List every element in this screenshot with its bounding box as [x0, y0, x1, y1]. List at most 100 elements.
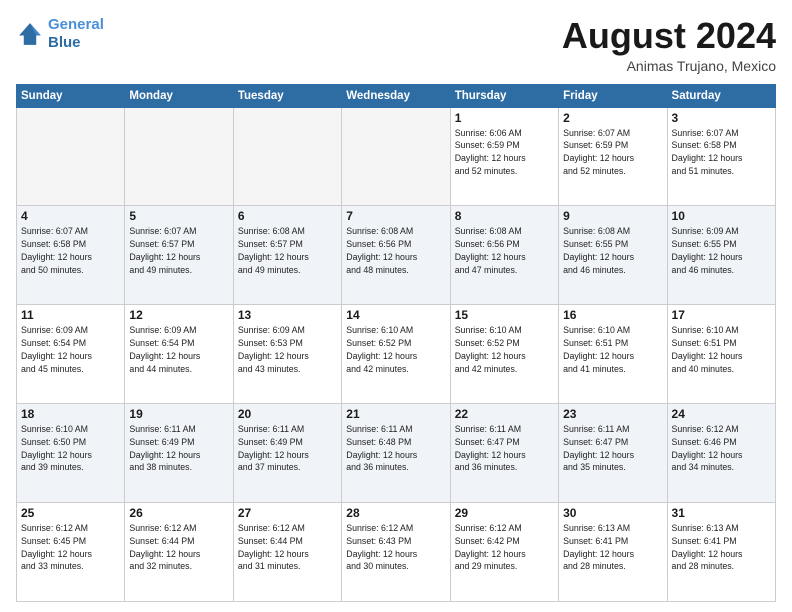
day-info: Sunrise: 6:07 AM Sunset: 6:58 PM Dayligh… [672, 127, 771, 178]
location: Animas Trujano, Mexico [562, 58, 776, 74]
calendar-week-row: 11 Sunrise: 6:09 AM Sunset: 6:54 PM Dayli… [17, 305, 776, 404]
day-number: 17 [672, 308, 771, 322]
day-info: Sunrise: 6:10 AM Sunset: 6:52 PM Dayligh… [346, 324, 445, 375]
day-info: Sunrise: 6:11 AM Sunset: 6:49 PM Dayligh… [238, 423, 337, 474]
day-number: 20 [238, 407, 337, 421]
title-block: August 2024 Animas Trujano, Mexico [562, 16, 776, 74]
calendar-cell: 9 Sunrise: 6:08 AM Sunset: 6:55 PM Daylig… [559, 206, 667, 305]
calendar-cell: 30Sunrise: 6:13 AM Sunset: 6:41 PM Dayli… [559, 503, 667, 602]
day-number: 22 [455, 407, 554, 421]
day-number: 23 [563, 407, 662, 421]
day-info: Sunrise: 6:11 AM Sunset: 6:48 PM Dayligh… [346, 423, 445, 474]
day-info: Sunrise: 6:12 AM Sunset: 6:46 PM Dayligh… [672, 423, 771, 474]
calendar-week-row: 18 Sunrise: 6:10 AM Sunset: 6:50 PM Dayli… [17, 404, 776, 503]
day-info: Sunrise: 6:10 AM Sunset: 6:51 PM Dayligh… [563, 324, 662, 375]
weekday-header-sunday: Sunday [17, 84, 125, 107]
day-number: 12 [129, 308, 228, 322]
calendar-cell: 16 Sunrise: 6:10 AM Sunset: 6:51 PM Dayli… [559, 305, 667, 404]
day-info: Sunrise: 6:07 AM Sunset: 6:58 PM Dayligh… [21, 225, 120, 276]
calendar-cell: 31 Sunrise: 6:13 AM Sunset: 6:41 PM Dayli… [667, 503, 775, 602]
day-info: Sunrise: 6:13 AM Sunset: 6:41 PM Dayligh… [563, 522, 662, 573]
day-info: Sunrise: 6:09 AM Sunset: 6:54 PM Dayligh… [129, 324, 228, 375]
calendar-cell: 20 Sunrise: 6:11 AM Sunset: 6:49 PM Dayli… [233, 404, 341, 503]
day-number: 16 [563, 308, 662, 322]
header: General Blue August 2024 Animas Trujano,… [16, 16, 776, 74]
day-number: 9 [563, 209, 662, 223]
day-number: 25 [21, 506, 120, 520]
day-info: Sunrise: 6:10 AM Sunset: 6:50 PM Dayligh… [21, 423, 120, 474]
weekday-header-friday: Friday [559, 84, 667, 107]
calendar-cell: 1 Sunrise: 6:06 AM Sunset: 6:59 PM Daylig… [450, 107, 558, 206]
day-info: Sunrise: 6:07 AM Sunset: 6:57 PM Dayligh… [129, 225, 228, 276]
calendar-cell: 5 Sunrise: 6:07 AM Sunset: 6:57 PM Daylig… [125, 206, 233, 305]
day-info: Sunrise: 6:08 AM Sunset: 6:57 PM Dayligh… [238, 225, 337, 276]
logo: General Blue [16, 16, 104, 52]
day-number: 21 [346, 407, 445, 421]
calendar-cell: 10Sunrise: 6:09 AM Sunset: 6:55 PM Dayli… [667, 206, 775, 305]
page: General Blue August 2024 Animas Trujano,… [0, 0, 792, 612]
calendar-cell [17, 107, 125, 206]
calendar-cell: 7Sunrise: 6:08 AM Sunset: 6:56 PM Daylig… [342, 206, 450, 305]
calendar-cell: 24Sunrise: 6:12 AM Sunset: 6:46 PM Dayli… [667, 404, 775, 503]
calendar-cell: 29 Sunrise: 6:12 AM Sunset: 6:42 PM Dayli… [450, 503, 558, 602]
calendar-cell: 21 Sunrise: 6:11 AM Sunset: 6:48 PM Dayli… [342, 404, 450, 503]
calendar-cell: 23Sunrise: 6:11 AM Sunset: 6:47 PM Dayli… [559, 404, 667, 503]
calendar-cell: 27 Sunrise: 6:12 AM Sunset: 6:44 PM Dayli… [233, 503, 341, 602]
calendar-cell: 14 Sunrise: 6:10 AM Sunset: 6:52 PM Dayli… [342, 305, 450, 404]
calendar-cell: 15Sunrise: 6:10 AM Sunset: 6:52 PM Dayli… [450, 305, 558, 404]
day-info: Sunrise: 6:12 AM Sunset: 6:45 PM Dayligh… [21, 522, 120, 573]
day-number: 11 [21, 308, 120, 322]
day-number: 3 [672, 111, 771, 125]
day-info: Sunrise: 6:11 AM Sunset: 6:47 PM Dayligh… [455, 423, 554, 474]
month-title: August 2024 [562, 16, 776, 56]
calendar-cell: 22 Sunrise: 6:11 AM Sunset: 6:47 PM Dayli… [450, 404, 558, 503]
calendar-cell [125, 107, 233, 206]
day-info: Sunrise: 6:13 AM Sunset: 6:41 PM Dayligh… [672, 522, 771, 573]
weekday-header-wednesday: Wednesday [342, 84, 450, 107]
calendar-cell: 13Sunrise: 6:09 AM Sunset: 6:53 PM Dayli… [233, 305, 341, 404]
calendar-cell: 4Sunrise: 6:07 AM Sunset: 6:58 PM Daylig… [17, 206, 125, 305]
weekday-header-thursday: Thursday [450, 84, 558, 107]
day-number: 5 [129, 209, 228, 223]
day-number: 14 [346, 308, 445, 322]
calendar-cell: 3 Sunrise: 6:07 AM Sunset: 6:58 PM Daylig… [667, 107, 775, 206]
day-number: 31 [672, 506, 771, 520]
day-number: 27 [238, 506, 337, 520]
day-info: Sunrise: 6:12 AM Sunset: 6:43 PM Dayligh… [346, 522, 445, 573]
day-number: 26 [129, 506, 228, 520]
day-info: Sunrise: 6:12 AM Sunset: 6:44 PM Dayligh… [129, 522, 228, 573]
day-number: 13 [238, 308, 337, 322]
day-info: Sunrise: 6:12 AM Sunset: 6:44 PM Dayligh… [238, 522, 337, 573]
day-number: 29 [455, 506, 554, 520]
day-number: 19 [129, 407, 228, 421]
day-info: Sunrise: 6:10 AM Sunset: 6:52 PM Dayligh… [455, 324, 554, 375]
calendar-cell: 26 Sunrise: 6:12 AM Sunset: 6:44 PM Dayli… [125, 503, 233, 602]
day-info: Sunrise: 6:06 AM Sunset: 6:59 PM Dayligh… [455, 127, 554, 178]
calendar-cell: 2 Sunrise: 6:07 AM Sunset: 6:59 PM Daylig… [559, 107, 667, 206]
calendar-cell: 6 Sunrise: 6:08 AM Sunset: 6:57 PM Daylig… [233, 206, 341, 305]
day-info: Sunrise: 6:11 AM Sunset: 6:49 PM Dayligh… [129, 423, 228, 474]
day-number: 8 [455, 209, 554, 223]
day-info: Sunrise: 6:08 AM Sunset: 6:56 PM Dayligh… [455, 225, 554, 276]
logo-icon [16, 20, 44, 48]
day-number: 2 [563, 111, 662, 125]
day-info: Sunrise: 6:08 AM Sunset: 6:55 PM Dayligh… [563, 225, 662, 276]
weekday-header-monday: Monday [125, 84, 233, 107]
calendar-cell: 18 Sunrise: 6:10 AM Sunset: 6:50 PM Dayli… [17, 404, 125, 503]
day-info: Sunrise: 6:09 AM Sunset: 6:54 PM Dayligh… [21, 324, 120, 375]
logo-text: General Blue [48, 16, 104, 52]
day-number: 1 [455, 111, 554, 125]
calendar-cell [342, 107, 450, 206]
weekday-header-tuesday: Tuesday [233, 84, 341, 107]
weekday-header-row: SundayMondayTuesdayWednesdayThursdayFrid… [17, 84, 776, 107]
calendar-cell: 17 Sunrise: 6:10 AM Sunset: 6:51 PM Dayli… [667, 305, 775, 404]
day-number: 10 [672, 209, 771, 223]
day-number: 6 [238, 209, 337, 223]
day-info: Sunrise: 6:07 AM Sunset: 6:59 PM Dayligh… [563, 127, 662, 178]
day-number: 18 [21, 407, 120, 421]
day-info: Sunrise: 6:10 AM Sunset: 6:51 PM Dayligh… [672, 324, 771, 375]
calendar-cell: 12 Sunrise: 6:09 AM Sunset: 6:54 PM Dayli… [125, 305, 233, 404]
day-info: Sunrise: 6:12 AM Sunset: 6:42 PM Dayligh… [455, 522, 554, 573]
calendar-cell: 28Sunrise: 6:12 AM Sunset: 6:43 PM Dayli… [342, 503, 450, 602]
day-info: Sunrise: 6:08 AM Sunset: 6:56 PM Dayligh… [346, 225, 445, 276]
